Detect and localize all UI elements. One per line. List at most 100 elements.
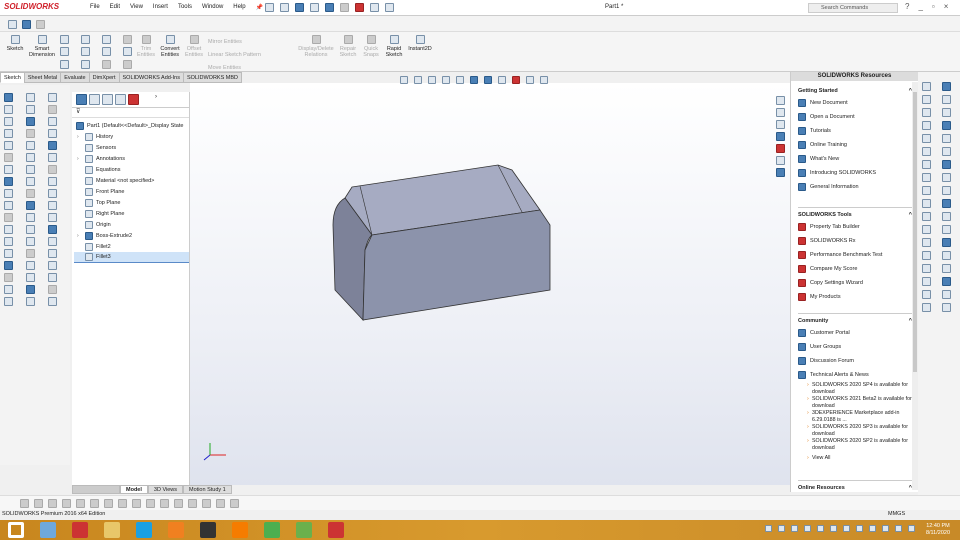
ellipse-icon[interactable] — [102, 47, 111, 57]
toolbar-tool-icon[interactable] — [48, 201, 57, 210]
resource-link-new-document[interactable]: New Document — [798, 96, 912, 110]
toolbar-tool-icon[interactable] — [942, 160, 951, 169]
sketch-tool-icon[interactable] — [146, 499, 155, 508]
graphics-viewport[interactable] — [190, 83, 790, 485]
expand-arrow-icon[interactable]: › — [77, 233, 79, 239]
tray-icon[interactable] — [843, 525, 850, 532]
toolbar-tool-icon[interactable] — [922, 199, 931, 208]
filter-icon[interactable]: ⊽ — [72, 108, 189, 118]
toolbar-tool-icon[interactable] — [942, 199, 951, 208]
previous-view-icon[interactable] — [428, 76, 436, 84]
toolbar-tool-icon[interactable] — [26, 273, 35, 282]
cisco-icon[interactable] — [136, 522, 152, 538]
menu-view[interactable]: View — [130, 4, 143, 11]
toolbar-tool-icon[interactable] — [26, 105, 35, 114]
menu-help[interactable]: Help — [233, 4, 245, 11]
toolbar-tool-icon[interactable] — [26, 93, 35, 102]
tray-icon[interactable] — [791, 525, 798, 532]
menu-window[interactable]: Window — [202, 4, 223, 11]
sketch-tool-icon[interactable] — [174, 499, 183, 508]
toolbar-tool-icon[interactable] — [4, 129, 13, 138]
display-style-icon[interactable] — [484, 76, 492, 84]
toolbar-tool-icon[interactable] — [48, 261, 57, 270]
resource-link-technical-alerts-news[interactable]: Technical Alerts & News — [798, 368, 912, 382]
file-explorer-icon[interactable] — [776, 120, 785, 129]
sketch-tool-icon[interactable] — [20, 499, 29, 508]
minimize-icon[interactable]: _ — [918, 2, 922, 11]
windows-start-icon[interactable] — [8, 522, 24, 538]
toolbar-tool-icon[interactable] — [4, 285, 13, 294]
tab-addins[interactable]: SOLIDWORKS Add-Ins — [118, 72, 184, 83]
sketch-tool-icon[interactable] — [34, 499, 43, 508]
view-all-link[interactable]: View All — [798, 455, 912, 462]
tree-item-top-plane[interactable]: Top Plane — [74, 197, 189, 208]
toolbar-tool-icon[interactable] — [942, 186, 951, 195]
vlc-icon[interactable] — [232, 522, 248, 538]
toolbar-tool-icon[interactable] — [4, 93, 13, 102]
toolbar-tool-icon[interactable] — [922, 173, 931, 182]
toolbar-tool-icon[interactable] — [922, 264, 931, 273]
tree-item-annotations[interactable]: › Annotations — [74, 153, 189, 164]
zoom-area-icon[interactable] — [414, 76, 422, 84]
toolbar-tool-icon[interactable] — [4, 105, 13, 114]
toolbar-tool-icon[interactable] — [48, 297, 57, 306]
toolbar-tool-icon[interactable] — [26, 297, 35, 306]
toolbar-tool-icon[interactable] — [26, 153, 35, 162]
custom-properties-icon[interactable] — [776, 156, 785, 165]
toolbar-tool-icon[interactable] — [4, 117, 13, 126]
toolbar-tool-icon[interactable] — [942, 95, 951, 104]
toolbar-tool-icon[interactable] — [922, 238, 931, 247]
toolbar-tool-icon[interactable] — [26, 237, 35, 246]
toolbar-tool-icon[interactable] — [922, 212, 931, 221]
toolbar-tool-icon[interactable] — [942, 277, 951, 286]
toolbar-tool-icon[interactable] — [4, 201, 13, 210]
toolbar-tool-icon[interactable] — [4, 261, 13, 270]
toolbar-tool-icon[interactable] — [922, 108, 931, 117]
toolbar-tool-icon[interactable] — [922, 186, 931, 195]
tab-scroll-arrows[interactable] — [72, 485, 120, 494]
tray-icon[interactable] — [778, 525, 785, 532]
search-commands-input[interactable]: Search Commands — [808, 3, 898, 13]
plane-icon[interactable] — [123, 47, 132, 57]
clock[interactable]: 12:40 PM 8/11/2020 — [926, 523, 950, 537]
news-link[interactable]: SOLIDWORKS 2021 Beta2 is available for d… — [798, 396, 912, 409]
undo-icon[interactable] — [325, 3, 334, 12]
tray-icon[interactable] — [908, 525, 915, 532]
toolbar-tool-icon[interactable] — [922, 147, 931, 156]
dimxpert-tab-icon[interactable] — [115, 94, 126, 105]
fillet-icon[interactable] — [102, 59, 111, 69]
toolbar-tool-icon[interactable] — [942, 212, 951, 221]
toolbar-tool-icon[interactable] — [48, 237, 57, 246]
toolbar-tool-icon[interactable] — [922, 277, 931, 286]
toolbar-tool-icon[interactable] — [4, 273, 13, 282]
instant3d-icon[interactable] — [22, 20, 31, 29]
toolbar-tool-icon[interactable] — [942, 225, 951, 234]
toolbar-tool-icon[interactable] — [48, 285, 57, 294]
print-icon[interactable] — [310, 3, 319, 12]
sketch-tool-icon[interactable] — [118, 499, 127, 508]
new-icon[interactable] — [265, 3, 274, 12]
sketch-tool-icon[interactable] — [188, 499, 197, 508]
toolbar-tool-icon[interactable] — [942, 173, 951, 182]
toolbar-tool-icon[interactable] — [26, 141, 35, 150]
toolbar-tool-icon[interactable] — [942, 134, 951, 143]
tab-sketch[interactable]: Sketch — [0, 72, 25, 83]
toolbar-tool-icon[interactable] — [48, 129, 57, 138]
toolbar-tool-icon[interactable] — [4, 177, 13, 186]
news-link[interactable]: SOLIDWORKS 2020 SP2 is available for dow… — [798, 438, 912, 451]
instant2d-button[interactable]: Instant2D — [406, 35, 434, 52]
app-orange-icon[interactable] — [168, 522, 184, 538]
quick-snaps-button[interactable]: Quick Snaps — [361, 35, 381, 58]
toolbar-tool-icon[interactable] — [26, 213, 35, 222]
sketch-tool-icon[interactable] — [90, 499, 99, 508]
toolbar-tool-icon[interactable] — [48, 213, 57, 222]
options-gear-icon[interactable] — [385, 3, 394, 12]
help-icon[interactable]: ? — [905, 2, 909, 11]
resource-link-open-a-document[interactable]: Open a Document — [798, 110, 912, 124]
sketch-tool-icon[interactable] — [202, 499, 211, 508]
news-link[interactable]: SOLIDWORKS 2020 SP4 is available for dow… — [798, 382, 912, 395]
toolbar-tool-icon[interactable] — [942, 108, 951, 117]
resource-link-user-groups[interactable]: User Groups — [798, 340, 912, 354]
sketch-tool-icon[interactable] — [216, 499, 225, 508]
toolbar-tool-icon[interactable] — [942, 251, 951, 260]
